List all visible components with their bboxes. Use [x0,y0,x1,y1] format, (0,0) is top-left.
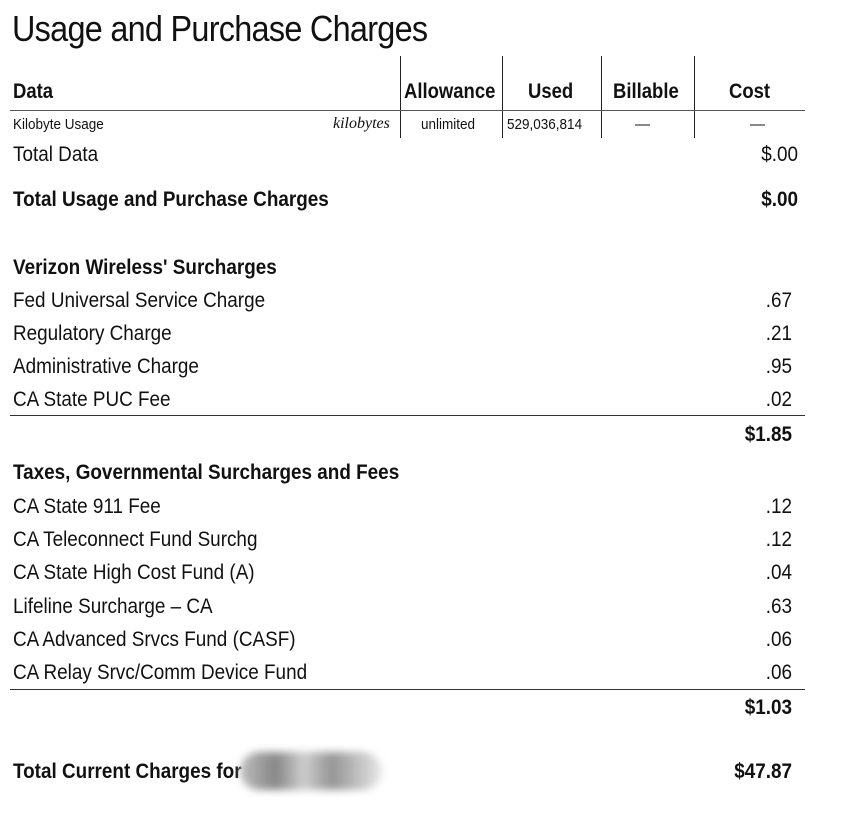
usage-label: Kilobyte Usage [13,116,104,133]
column-divider [502,56,503,138]
usage-unit: kilobytes [333,115,390,132]
header-divider [10,110,805,111]
column-divider [601,56,602,138]
total-usage-label: Total Usage and Purchase Charges [13,188,329,211]
surcharge-label: CA State PUC Fee [13,388,171,411]
usage-used: 529,036,814 [507,116,583,133]
tax-label: CA State 911 Fee [13,495,161,518]
tax-amount: .06 [765,628,792,651]
surcharge-amount: .67 [765,289,792,312]
tax-label: CA Advanced Srvcs Fund (CASF) [13,628,296,651]
taxes-total: $1.03 [744,696,792,719]
usage-allowance: unlimited [421,116,476,133]
surcharges-divider [10,415,805,416]
total-data-label: Total Data [13,143,99,166]
surcharge-amount: .21 [765,322,792,345]
usage-billable: –– [635,116,651,133]
surcharge-amount: .95 [765,355,792,378]
surcharges-heading: Verizon Wireless' Surcharges [13,256,277,279]
tax-label: CA State High Cost Fund (A) [13,561,255,584]
tax-amount: .06 [765,661,792,684]
tax-amount: .12 [765,495,792,518]
surcharges-total: $1.85 [744,423,792,446]
grand-total-label: Total Current Charges for [13,760,242,783]
surcharge-label: Administrative Charge [13,355,199,378]
tax-amount: .04 [765,561,792,584]
tax-label: CA Teleconnect Fund Surchg [13,528,258,551]
column-divider [694,56,695,138]
tax-amount: .63 [765,595,792,618]
tax-label: CA Relay Srvc/Comm Device Fund [13,661,308,684]
surcharge-label: Fed Universal Service Charge [13,289,266,312]
total-usage-amount: $.00 [761,188,798,211]
surcharge-label: Regulatory Charge [13,322,172,345]
header-billable: Billable [613,80,679,103]
surcharge-amount: .02 [765,388,792,411]
header-used: Used [528,80,574,103]
header-cost: Cost [729,80,771,103]
header-data: Data [13,80,54,103]
tax-amount: .12 [765,528,792,551]
total-data-amount: $.00 [761,143,798,166]
column-divider [400,56,401,138]
tax-label: Lifeline Surcharge – CA [13,595,213,618]
usage-cost: –– [750,116,766,133]
redacted-name [240,752,382,790]
taxes-heading: Taxes, Governmental Surcharges and Fees [13,461,400,484]
page-title: Usage and Purchase Charges [12,8,428,49]
taxes-divider [10,689,805,690]
header-allowance: Allowance [404,80,496,103]
grand-total-amount: $47.87 [734,760,792,783]
